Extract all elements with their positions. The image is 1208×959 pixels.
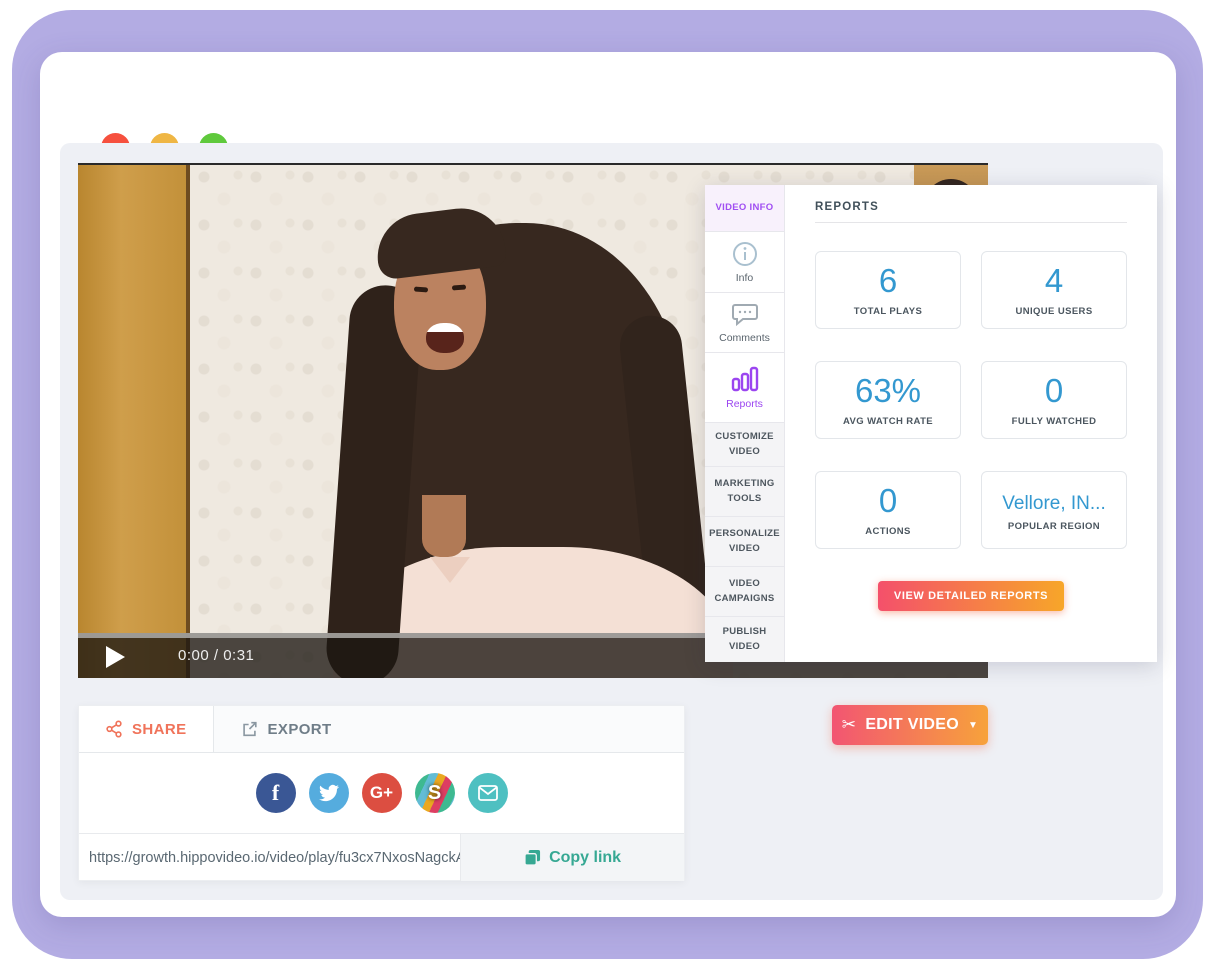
- stat-value: 0: [879, 483, 897, 519]
- share-panel: SHARE EXPORT f G+: [78, 705, 685, 881]
- copy-link-label: Copy link: [549, 849, 621, 867]
- sidebar-item-label: PUBLISH VIDEO: [711, 625, 778, 654]
- video-person-eye: [414, 287, 428, 293]
- share-url-row: https://growth.hippovideo.io/video/play/…: [79, 833, 684, 881]
- social-share-row: f G+ S: [79, 753, 684, 833]
- info-icon: [732, 241, 758, 267]
- sidebar-item-marketing-tools[interactable]: MARKETING TOOLS: [705, 467, 784, 517]
- google-plus-icon[interactable]: G+: [362, 773, 402, 813]
- reports-divider: [815, 222, 1127, 223]
- play-icon[interactable]: [106, 646, 125, 668]
- scissors-icon: ✂: [842, 715, 857, 735]
- edit-video-button[interactable]: ✂ EDIT VIDEO ▼: [832, 705, 988, 745]
- video-info-overlay: VIDEO INFO Info Comments: [705, 185, 1157, 662]
- sidebar-item-video-info[interactable]: VIDEO INFO: [705, 185, 784, 232]
- chevron-down-icon: ▼: [968, 720, 978, 731]
- stat-card-avg-watch-rate: 63% AVG WATCH RATE: [815, 361, 961, 439]
- reports-title: REPORTS: [815, 201, 1127, 213]
- video-person-mouth: [426, 323, 464, 353]
- stat-label: ACTIONS: [865, 526, 911, 537]
- tab-export[interactable]: EXPORT: [214, 706, 358, 752]
- sidebar-item-label: VIDEO CAMPAIGNS: [711, 577, 778, 606]
- stat-label: AVG WATCH RATE: [843, 416, 933, 427]
- email-icon[interactable]: [468, 773, 508, 813]
- sidebar-item-info[interactable]: Info: [705, 232, 784, 293]
- share-icon: [105, 720, 123, 738]
- stat-value: 63%: [855, 373, 921, 409]
- sidebar-item-comments[interactable]: Comments: [705, 293, 784, 353]
- twitter-icon[interactable]: [309, 773, 349, 813]
- stat-card-popular-region: Vellore, IN... POPULAR REGION: [981, 471, 1127, 549]
- stat-value: 4: [1045, 263, 1063, 299]
- google-plus-glyph: G+: [370, 783, 393, 803]
- video-person-neck: [422, 495, 466, 557]
- stat-card-fully-watched: 0 FULLY WATCHED: [981, 361, 1127, 439]
- sidebar-item-label: Info: [736, 272, 754, 284]
- sidebar-item-label: VIDEO INFO: [716, 201, 774, 215]
- stat-label: TOTAL PLAYS: [854, 306, 922, 317]
- video-info-sidebar: VIDEO INFO Info Comments: [705, 185, 785, 662]
- view-detailed-reports-button[interactable]: VIEW DETAILED REPORTS: [878, 581, 1064, 611]
- video-time-display: 0:00 / 0:31: [178, 647, 254, 664]
- sidebar-item-reports[interactable]: Reports: [705, 353, 784, 423]
- facebook-glyph: f: [272, 780, 279, 806]
- sidebar-item-label: PERSONALIZE VIDEO: [709, 527, 780, 556]
- stat-value: Vellore, IN...: [1002, 488, 1106, 515]
- copy-link-button[interactable]: Copy link: [460, 834, 684, 881]
- sidebar-item-personalize-video[interactable]: PERSONALIZE VIDEO: [705, 517, 784, 567]
- tab-export-label: EXPORT: [268, 721, 332, 738]
- stat-card-unique-users: 4 UNIQUE USERS: [981, 251, 1127, 329]
- sidebar-item-label: MARKETING TOOLS: [711, 477, 778, 506]
- comments-icon: [731, 301, 759, 327]
- screenshot-stage: 0:00 / 0:31 VIDEO INFO Info: [0, 0, 1208, 959]
- sidebar-item-label: Reports: [726, 398, 763, 410]
- sidebar-item-label: Comments: [719, 332, 770, 344]
- reports-stat-grid: 6 TOTAL PLAYS 4 UNIQUE USERS 63% AVG WAT…: [815, 251, 1127, 581]
- stat-value: 0: [1045, 373, 1063, 409]
- slack-icon[interactable]: S: [415, 773, 455, 813]
- tab-share-label: SHARE: [132, 721, 187, 738]
- share-tabs: SHARE EXPORT: [79, 706, 684, 753]
- reports-icon: [730, 365, 760, 393]
- stat-label: FULLY WATCHED: [1012, 416, 1097, 427]
- sidebar-item-label: CUSTOMIZE VIDEO: [711, 430, 778, 459]
- sidebar-item-publish-video[interactable]: PUBLISH VIDEO: [705, 617, 784, 662]
- stat-value: 6: [879, 263, 897, 299]
- stat-card-actions: 0 ACTIONS: [815, 471, 961, 549]
- slack-glyph: S: [428, 782, 441, 805]
- export-icon: [240, 720, 259, 738]
- edit-video-label: EDIT VIDEO: [865, 716, 959, 734]
- stat-card-total-plays: 6 TOTAL PLAYS: [815, 251, 961, 329]
- tab-share[interactable]: SHARE: [79, 706, 214, 752]
- copy-icon: [524, 849, 541, 866]
- facebook-icon[interactable]: f: [256, 773, 296, 813]
- sidebar-item-video-campaigns[interactable]: VIDEO CAMPAIGNS: [705, 567, 784, 617]
- sidebar-item-customize-video[interactable]: CUSTOMIZE VIDEO: [705, 423, 784, 467]
- stat-label: UNIQUE USERS: [1015, 306, 1092, 317]
- video-frame-door: [78, 165, 190, 678]
- reports-panel: REPORTS 6 TOTAL PLAYS 4 UNIQUE USERS 63%…: [785, 185, 1157, 662]
- video-person-eye: [452, 285, 466, 291]
- stat-label: POPULAR REGION: [1008, 521, 1100, 532]
- share-url-field[interactable]: https://growth.hippovideo.io/video/play/…: [79, 834, 460, 881]
